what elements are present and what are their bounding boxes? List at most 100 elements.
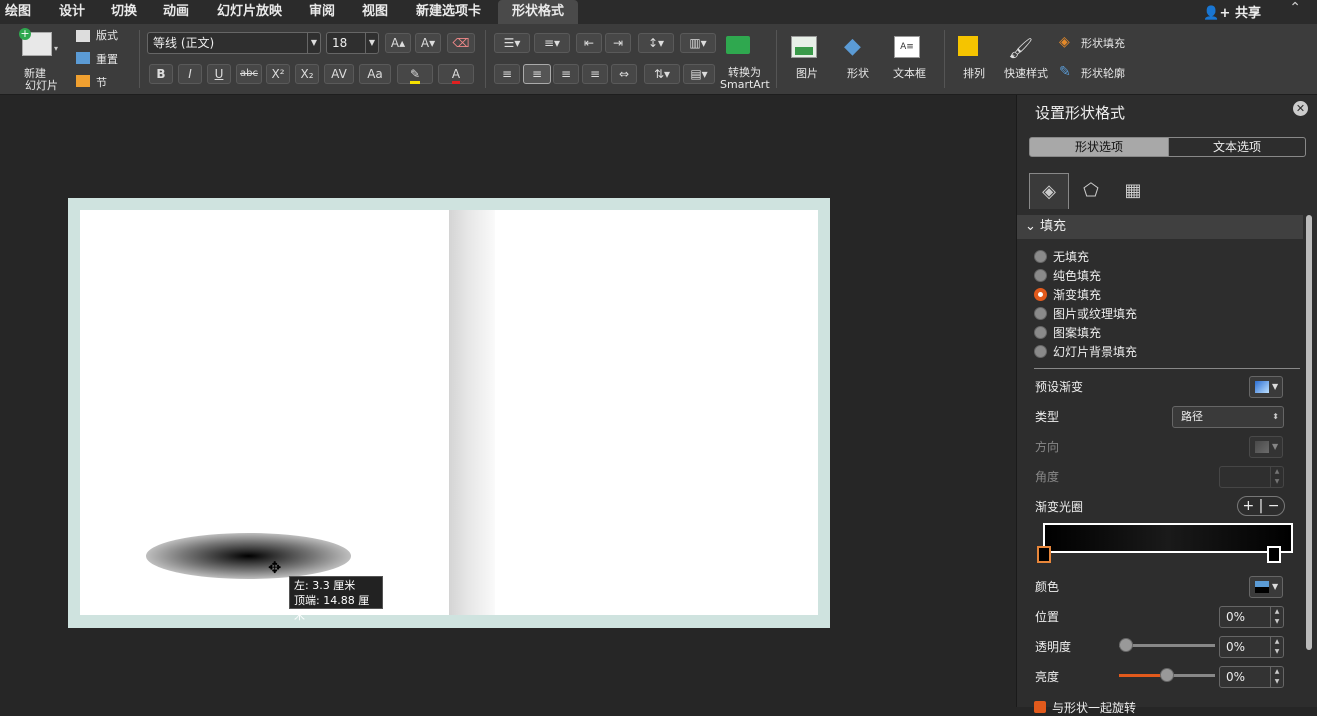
tab-new[interactable]: 新建选项卡 <box>416 0 481 24</box>
tab-view[interactable]: 视图 <box>362 0 388 24</box>
increase-indent-icon[interactable]: ⇥ <box>605 33 631 53</box>
chevron-down-icon[interactable]: ▼ <box>365 33 378 53</box>
highlight-icon[interactable]: ✎ <box>397 64 433 84</box>
reset-button[interactable]: 重置 <box>96 54 118 66</box>
checkbox-icon[interactable] <box>1034 701 1046 713</box>
line-spacing-icon[interactable]: ↕▾ <box>638 33 674 53</box>
radio-no-fill[interactable]: 无填充 <box>1034 248 1089 266</box>
radio-background-fill[interactable]: 幻灯片背景填充 <box>1034 343 1137 361</box>
text-direction-icon[interactable]: ⇅▾ <box>644 64 680 84</box>
shapes-icon[interactable]: ◆ <box>844 34 870 60</box>
transparency-spinner[interactable]: 0% ▲ ▼ <box>1219 636 1284 658</box>
align-center-icon[interactable]: ≡ <box>523 64 551 84</box>
font-color-icon[interactable]: A <box>438 64 474 84</box>
radio-icon[interactable] <box>1034 307 1047 320</box>
add-remove-stop-buttons[interactable]: + | − <box>1237 496 1285 516</box>
textbox-icon[interactable]: A≡ <box>894 36 920 58</box>
layout-button[interactable]: 版式 <box>96 30 118 42</box>
tab-transitions[interactable]: 切换 <box>111 0 137 24</box>
radio-icon[interactable] <box>1034 269 1047 282</box>
align-left-icon[interactable]: ≡ <box>494 64 520 84</box>
align-text-icon[interactable]: ▤▾ <box>683 64 715 84</box>
shape-options-tab[interactable]: 形状选项 <box>1029 137 1169 157</box>
picture-icon[interactable] <box>791 36 817 58</box>
radio-picture-fill[interactable]: 图片或纹理填充 <box>1034 305 1137 323</box>
radio-selected-icon[interactable] <box>1034 288 1047 301</box>
angle-spinner[interactable]: ▲ ▼ <box>1219 466 1284 488</box>
radio-gradient-fill[interactable]: 渐变填充 <box>1034 286 1101 304</box>
collapse-ribbon-icon[interactable]: ⌃ <box>1289 0 1301 16</box>
rotate-with-shape-checkbox[interactable]: 与形状一起旋转 <box>1034 699 1136 716</box>
slider-knob[interactable] <box>1160 668 1174 682</box>
bold-button[interactable]: B <box>149 64 173 84</box>
stepper-icon[interactable]: ▲ ▼ <box>1270 667 1283 687</box>
preset-gradient-label: 预设渐变 <box>1035 380 1084 394</box>
superscript-button[interactable]: X² <box>266 64 290 84</box>
tab-design[interactable]: 设计 <box>59 0 85 24</box>
radio-icon[interactable] <box>1034 345 1047 358</box>
color-picker[interactable]: ▼ <box>1249 576 1283 598</box>
bullets-icon[interactable]: ☰▾ <box>494 33 530 53</box>
pentagon-effects-icon[interactable]: ⬠ <box>1071 173 1111 209</box>
radio-icon[interactable] <box>1034 250 1047 263</box>
panel-scrollbar[interactable] <box>1306 215 1312 650</box>
font-size-combo[interactable]: 18 ▼ <box>326 32 379 54</box>
gradient-shape[interactable] <box>146 533 351 579</box>
gradient-stops-bar[interactable] <box>1043 523 1293 553</box>
quick-styles-icon[interactable]: 🖌 <box>1008 36 1034 60</box>
direction-picker[interactable]: ▼ <box>1249 436 1283 458</box>
chevron-down-icon[interactable]: ▼ <box>307 33 320 53</box>
change-case-button[interactable]: Aa <box>359 64 391 84</box>
new-slide-label-2: 幻灯片 <box>25 79 58 92</box>
increase-font-button[interactable]: A▴ <box>385 33 411 53</box>
strikethrough-button[interactable]: abc <box>236 64 262 84</box>
brightness-spinner[interactable]: 0% ▲ ▼ <box>1219 666 1284 688</box>
stepper-icon[interactable]: ▲ ▼ <box>1270 637 1283 657</box>
numbering-icon[interactable]: ≡▾ <box>534 33 570 53</box>
gradient-stop-handle[interactable] <box>1037 546 1051 563</box>
columns-icon[interactable]: ▥▾ <box>680 33 716 53</box>
preset-gradient-picker[interactable]: ▼ <box>1249 376 1283 398</box>
smartart-icon[interactable] <box>726 36 750 54</box>
fill-line-icon[interactable]: ◈ <box>1029 173 1069 209</box>
justify-icon[interactable]: ≡ <box>582 64 608 84</box>
italic-button[interactable]: I <box>178 64 202 84</box>
align-right-icon[interactable]: ≡ <box>553 64 579 84</box>
brightness-slider[interactable] <box>1119 668 1215 682</box>
fill-section-header[interactable]: ⌄ 填充 <box>1017 215 1303 239</box>
distribute-icon[interactable]: ⇔ <box>611 64 637 84</box>
tab-shape-format[interactable]: 形状格式 <box>498 0 579 24</box>
radio-icon[interactable] <box>1034 326 1047 339</box>
share-button[interactable]: 👤+ 共享 <box>1203 2 1261 21</box>
tab-draw[interactable]: 绘图 <box>5 0 31 24</box>
tab-review[interactable]: 审阅 <box>309 0 335 24</box>
decrease-indent-icon[interactable]: ⇤ <box>576 33 602 53</box>
subscript-button[interactable]: X₂ <box>295 64 319 84</box>
shape-outline-button[interactable]: 形状轮廓 <box>1081 68 1125 80</box>
shape-fill-button[interactable]: 形状填充 <box>1081 38 1125 50</box>
transparency-slider[interactable] <box>1119 638 1215 652</box>
text-options-tab[interactable]: 文本选项 <box>1168 137 1306 157</box>
arrange-icon[interactable] <box>958 36 978 56</box>
new-slide-dropdown-icon[interactable]: ▾ <box>54 44 58 53</box>
slider-knob[interactable] <box>1119 638 1133 652</box>
underline-button[interactable]: U <box>207 64 231 84</box>
tab-animations[interactable]: 动画 <box>163 0 189 24</box>
position-spinner[interactable]: 0% ▲ ▼ <box>1219 606 1284 628</box>
section-button[interactable]: 节 <box>96 77 107 89</box>
type-select[interactable]: 路径 ⬍ <box>1172 406 1284 428</box>
stepper-icon[interactable]: ▲ ▼ <box>1270 607 1283 627</box>
radio-solid-fill[interactable]: 纯色填充 <box>1034 267 1101 285</box>
size-properties-icon[interactable]: ▦ <box>1113 173 1153 209</box>
gradient-stop-handle[interactable] <box>1267 546 1281 563</box>
font-name-combo[interactable]: 等线 (正文) ▼ <box>147 32 321 54</box>
close-icon[interactable]: ✕ <box>1293 101 1308 116</box>
stepper-icon[interactable]: ▲ ▼ <box>1270 467 1283 487</box>
new-slide-icon[interactable]: + <box>19 28 52 56</box>
tab-slideshow[interactable]: 幻灯片放映 <box>217 0 282 24</box>
decrease-font-button[interactable]: A▾ <box>415 33 441 53</box>
char-spacing-button[interactable]: AV <box>324 64 354 84</box>
rotate-with-shape-label: 与形状一起旋转 <box>1052 701 1137 715</box>
radio-pattern-fill[interactable]: 图案填充 <box>1034 324 1101 342</box>
clear-format-icon[interactable]: ⌫ <box>447 33 475 53</box>
